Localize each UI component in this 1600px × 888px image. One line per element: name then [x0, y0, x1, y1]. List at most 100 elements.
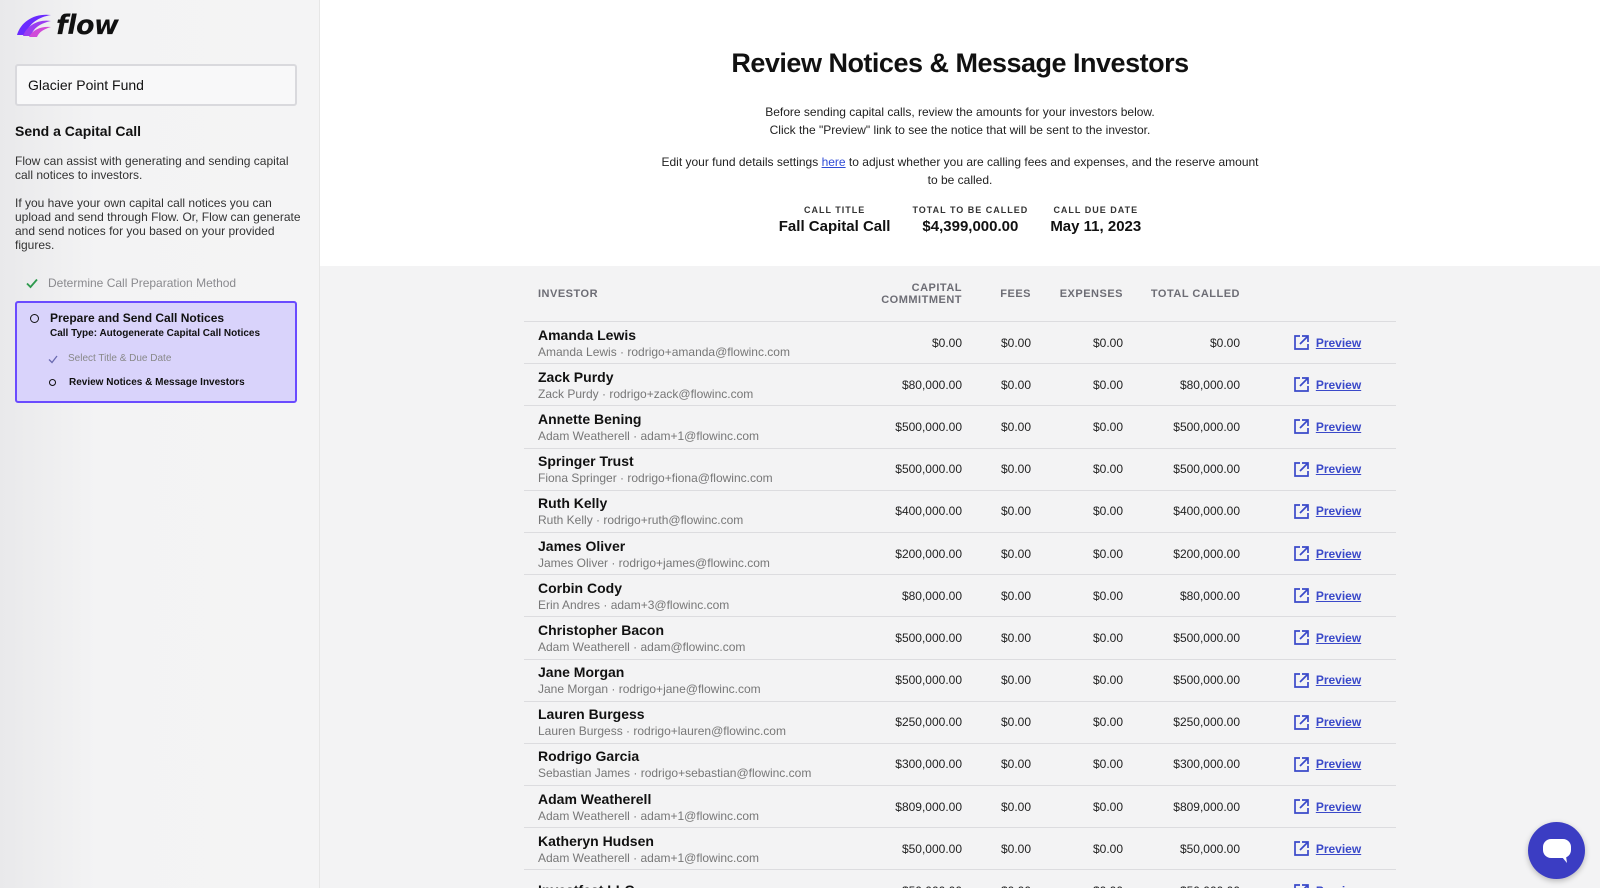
expenses-cell: $0.00 — [1092, 504, 1123, 519]
substep-select-title[interactable]: Select Title & Due Date — [48, 353, 285, 364]
investor-contact: Zack Purdy · rodrigo+zack@flowinc.com — [538, 386, 754, 401]
logo[interactable]: flow — [15, 10, 303, 41]
header-total-called: TOTAL CALLED — [1150, 287, 1240, 300]
edit-text-after: to adjust whether you are calling fees a… — [845, 155, 1259, 187]
meta-value: $4,399,000.00 — [922, 218, 1019, 235]
investor-name: Christopher Bacon — [538, 621, 665, 638]
fees-cell: $0.00 — [1000, 419, 1031, 434]
capital-commitment-cell: $400,000.00 — [895, 504, 962, 519]
preview-label: Preview — [1315, 504, 1362, 519]
investor-name: Rodrigo Garcia — [538, 748, 640, 765]
preview-cell: Preview — [1240, 376, 1390, 393]
substep-label: Select Title & Due Date — [68, 353, 172, 364]
preview-cell: Preview — [1240, 587, 1390, 604]
preview-link[interactable]: Preview — [1293, 840, 1361, 857]
total-called-cell: $400,000.00 — [1173, 504, 1240, 519]
fees-cell: $0.00 — [1000, 799, 1031, 814]
fees-cell: $0.00 — [1000, 757, 1031, 772]
settings-here-link[interactable]: here — [822, 155, 846, 169]
expenses-cell: $0.00 — [1092, 335, 1123, 350]
total-called-cell: $300,000.00 — [1173, 757, 1240, 772]
preview-label: Preview — [1315, 419, 1362, 434]
table-row: Investfest LLC $50,000.00 $0.00 $0.00 $5… — [524, 870, 1396, 888]
preview-link[interactable]: Preview — [1293, 545, 1361, 562]
preview-label: Preview — [1316, 884, 1361, 888]
call-type: Call Type: Autogenerate Capital Call Not… — [50, 328, 261, 339]
preview-label: Preview — [1315, 841, 1362, 856]
investor-name: Corbin Cody — [538, 579, 622, 596]
preview-link[interactable]: Preview — [1293, 629, 1361, 646]
investor-cell: Zack Purdy Zack Purdy · rodrigo+zack@flo… — [524, 369, 844, 401]
meta-due-date: CALL DUE DATE May 11, 2023 — [1050, 205, 1141, 235]
investor-name: Katheryn Hudsen — [538, 832, 654, 849]
preview-label: Preview — [1315, 757, 1362, 772]
external-link-icon — [1293, 588, 1309, 604]
expenses-cell: $0.00 — [1092, 546, 1123, 561]
external-link-icon — [1293, 841, 1309, 857]
chat-button[interactable] — [1528, 822, 1585, 879]
investor-contact: Fiona Springer · rodrigo+fiona@flowinc.c… — [538, 471, 773, 486]
preview-link[interactable]: Preview — [1293, 756, 1361, 773]
investor-name: Lauren Burgess — [538, 706, 645, 723]
preview-cell: Preview — [1240, 629, 1390, 646]
step-label: Prepare and Send Call Notices — [50, 311, 225, 325]
sidebar-description-2: If you have your own capital call notice… — [15, 196, 301, 252]
fees-cell: $0.00 — [1000, 588, 1031, 603]
investor-name: Jane Morgan — [538, 664, 625, 681]
preview-link[interactable]: Preview — [1293, 672, 1361, 689]
table-row: Christopher Bacon Adam Weatherell · adam… — [524, 617, 1396, 660]
expenses-cell: $0.00 — [1092, 377, 1123, 392]
investor-name: Zack Purdy — [538, 368, 614, 385]
meta-value: May 11, 2023 — [1050, 218, 1142, 235]
capital-commitment-cell: $500,000.00 — [895, 419, 962, 434]
fees-cell: $0.00 — [1000, 377, 1031, 392]
preview-link[interactable]: Preview — [1293, 461, 1361, 478]
preview-link[interactable]: Preview — [1293, 376, 1361, 393]
investor-cell: Corbin Cody Erin Andres · adam+3@flowinc… — [524, 580, 844, 612]
table-row: Rodrigo Garcia Sebastian James · rodrigo… — [524, 744, 1396, 787]
preview-link[interactable]: Preview — [1293, 418, 1361, 435]
investor-name: James Oliver — [538, 537, 626, 554]
preview-cell: Preview — [1240, 840, 1390, 857]
investor-name: Amanda Lewis — [538, 326, 637, 343]
external-link-icon — [1293, 377, 1309, 393]
investor-cell: Amanda Lewis Amanda Lewis · rodrigo+aman… — [524, 327, 844, 359]
preview-link[interactable]: Preview — [1293, 798, 1361, 815]
substep-review-notices[interactable]: Review Notices & Message Investors — [48, 377, 285, 388]
investor-cell: James Oliver James Oliver · rodrigo+jame… — [524, 538, 844, 570]
fees-cell: $0.00 — [1000, 335, 1031, 350]
intro-line-1: Before sending capital calls, review the… — [765, 105, 1155, 119]
external-link-icon — [1293, 419, 1309, 435]
step-determine-method[interactable]: Determine Call Preparation Method — [15, 276, 303, 290]
table-body: Amanda Lewis Amanda Lewis · rodrigo+aman… — [524, 322, 1396, 888]
total-called-cell: $250,000.00 — [1173, 715, 1240, 730]
expenses-cell: $0.00 — [1092, 419, 1123, 434]
preview-link[interactable]: Preview — [1293, 883, 1361, 888]
investor-contact: Adam Weatherell · adam+1@flowinc.com — [538, 850, 760, 865]
external-link-icon — [1293, 883, 1309, 888]
preview-label: Preview — [1315, 462, 1362, 477]
investor-contact: James Oliver · rodrigo+james@flowinc.com — [538, 555, 770, 570]
capital-commitment-cell: $50,000.00 — [844, 884, 962, 888]
preview-link[interactable]: Preview — [1293, 503, 1361, 520]
preview-link[interactable]: Preview — [1293, 334, 1361, 351]
fees-cell: $0.00 — [1000, 630, 1031, 645]
check-icon — [26, 278, 38, 289]
header-expenses: EXPENSES — [1059, 287, 1123, 300]
preview-link[interactable]: Preview — [1293, 587, 1361, 604]
preview-label: Preview — [1315, 546, 1362, 561]
external-link-icon — [1293, 714, 1309, 730]
table-row: James Oliver James Oliver · rodrigo+jame… — [524, 533, 1396, 576]
check-icon — [48, 355, 58, 363]
preview-link[interactable]: Preview — [1293, 714, 1361, 731]
expenses-cell: $0.00 — [1092, 588, 1123, 603]
fund-selector[interactable]: Glacier Point Fund — [15, 64, 297, 106]
expenses-cell: $0.00 — [1092, 630, 1123, 645]
total-called-cell: $500,000.00 — [1173, 673, 1240, 688]
investor-name: Annette Bening — [538, 410, 642, 427]
intro-line-2: Click the "Preview" link to see the noti… — [769, 123, 1151, 137]
call-summary: CALL TITLE Fall Capital Call TOTAL TO BE… — [320, 205, 1600, 235]
investor-contact: Lauren Burgess · rodrigo+lauren@flowinc.… — [538, 724, 786, 739]
preview-cell: Preview — [1240, 334, 1390, 351]
step-prepare-send[interactable]: Prepare and Send Call Notices Call Type:… — [15, 301, 297, 403]
